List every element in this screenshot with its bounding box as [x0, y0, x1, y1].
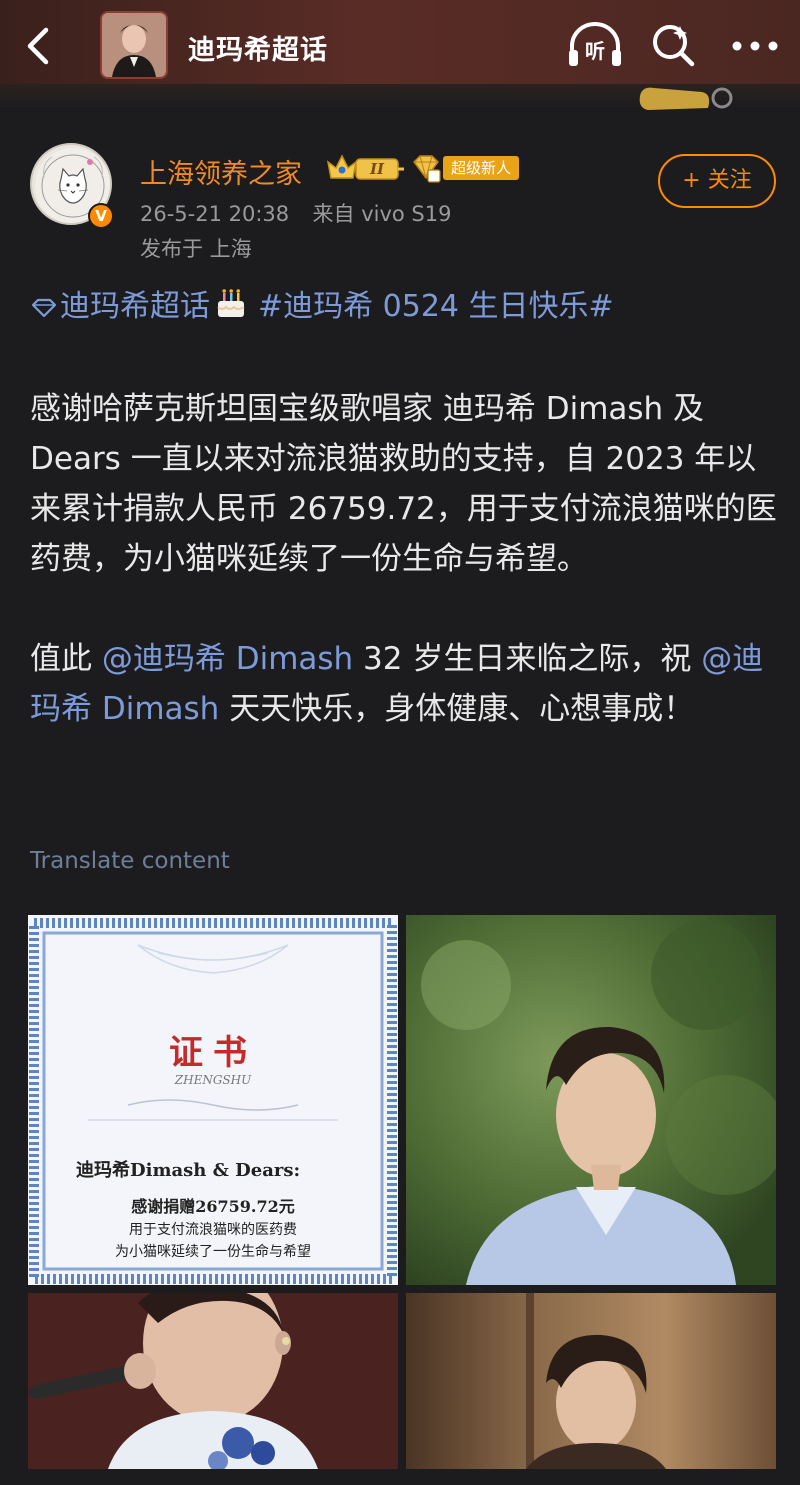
crown-level-text: II	[369, 160, 385, 178]
portrait-indoor-illustration	[406, 1293, 776, 1469]
post-paragraph-1: 感谢哈萨克斯坦国宝级歌唱家 迪玛希 Dimash 及 Dears 一直以来对流浪…	[30, 391, 777, 577]
photo-portrait-outdoor[interactable]	[406, 915, 776, 1285]
post-text-segment: 32 岁生日来临之际，祝	[353, 641, 702, 677]
photo-singing[interactable]	[28, 1293, 398, 1469]
more-icon[interactable]	[730, 34, 780, 58]
birthday-hashtag-link[interactable]: #迪玛希 0524 生日快乐#	[258, 289, 614, 324]
post-location: 发布于 上海	[140, 237, 252, 261]
follow-button[interactable]: + 关注	[658, 154, 776, 208]
supertopic-avatar[interactable]	[100, 11, 168, 79]
certificate-image[interactable]: 证书 ZHENGSHU 迪玛希Dimash & Dears: 感谢捐赠26759…	[28, 915, 398, 1285]
translate-link[interactable]: Translate content	[30, 848, 230, 874]
verified-badge: V	[88, 203, 114, 229]
post-meta: 26-5-21 20:38 来自 vivo S19	[140, 198, 451, 228]
crown-level-badge-icon: II	[326, 154, 404, 180]
newbie-badge: 超级新人	[443, 156, 520, 180]
diamond-badge-icon	[413, 155, 441, 183]
author-name[interactable]: 上海领养之家	[140, 152, 302, 191]
listen-label: 听	[585, 39, 605, 63]
mention-link[interactable]: @迪玛希 Dimash	[102, 641, 353, 677]
peek-badge-icon	[639, 87, 733, 110]
page-title: 迪玛希超话	[188, 35, 328, 66]
certificate-recipient: 迪玛希Dimash & Dears:	[76, 1160, 301, 1181]
listen-icon[interactable]: 听	[566, 20, 624, 72]
supertopic-avatar-image	[102, 13, 166, 77]
back-arrow-icon[interactable]	[18, 24, 58, 68]
post-tags: 迪玛希超话 #迪玛希 0524 生日快乐#	[30, 286, 790, 328]
certificate-line-1: 感谢捐赠26759.72元	[131, 1197, 295, 1216]
supertopic-link[interactable]: 迪玛希超话	[60, 289, 210, 324]
post-source: 来自 vivo S19	[312, 202, 452, 226]
singing-illustration	[28, 1293, 398, 1469]
post-text-segment: 值此	[30, 641, 102, 677]
post-timestamp: 26-5-21 20:38	[140, 202, 290, 226]
post-text-segment: 天天快乐，身体健康、心想事成！	[219, 691, 695, 727]
certificate-pinyin: ZHENGSHU	[174, 1073, 252, 1087]
portrait-outdoor-illustration	[406, 915, 776, 1285]
post-paragraph-2: 值此 @迪玛希 Dimash 32 岁生日来临之际，祝 @迪玛希 Dimash …	[30, 634, 780, 734]
certificate-title: 证书	[169, 1033, 257, 1073]
certificate-line-2: 用于支付流浪猫咪的医药费	[129, 1222, 297, 1238]
supertopic-diamond-icon	[31, 298, 57, 317]
post-body: 感谢哈萨克斯坦国宝级歌唱家 迪玛希 Dimash 及 Dears 一直以来对流浪…	[30, 384, 780, 734]
certificate-line-3: 为小猫咪延续了一份生命与希望	[115, 1244, 311, 1260]
birthday-cake-icon	[217, 289, 245, 317]
photo-portrait-indoor[interactable]	[406, 1293, 776, 1469]
search-icon[interactable]	[650, 22, 696, 68]
